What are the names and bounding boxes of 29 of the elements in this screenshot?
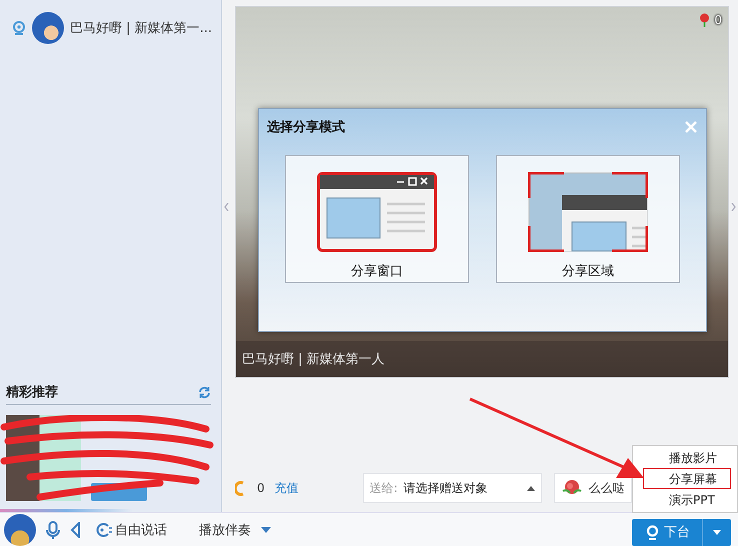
menu-item[interactable]: 演示PPT — [643, 489, 731, 510]
close-icon — [684, 120, 698, 134]
dialog-title: 选择分享模式 — [267, 118, 345, 136]
refresh-icon[interactable] — [198, 386, 211, 398]
gift-button[interactable]: 么么哒 — [554, 473, 632, 503]
screen-region-icon — [528, 172, 648, 252]
contact-name: 巴马好嘢 | 新媒体第一... — [70, 20, 212, 37]
talk-mode-button[interactable]: 自由说话 — [96, 520, 167, 538]
flower-count: 0 — [714, 13, 722, 27]
coin-icon — [235, 480, 245, 496]
streamer-name: 巴马好嘢 | 新媒体第一人 — [242, 351, 385, 368]
recharge-link[interactable]: 充值 — [274, 480, 299, 496]
menu-item[interactable]: 分享屏幕 — [643, 468, 731, 489]
recipient-dropdown[interactable]: 送给: 请选择赠送对象 — [362, 473, 542, 503]
window-icon — [317, 172, 437, 252]
close-button[interactable] — [684, 120, 698, 134]
menu-item[interactable]: 播放影片 — [643, 447, 731, 468]
accompaniment-button[interactable]: 播放伴奏 — [199, 520, 271, 538]
microphone-icon[interactable] — [46, 520, 60, 538]
section-title: 精彩推荐 — [6, 384, 58, 401]
speaker-icon[interactable] — [70, 522, 80, 538]
webcam-icon — [12, 21, 26, 35]
avatar[interactable] — [32, 12, 64, 44]
share-option[interactable]: 分享窗口 — [285, 155, 469, 283]
avatar[interactable] — [4, 514, 36, 546]
balance: 0 — [257, 481, 265, 495]
talk-mode-icon — [96, 522, 112, 538]
share-option[interactable]: 分享区域 — [496, 155, 680, 283]
webcam-icon — [646, 524, 659, 540]
